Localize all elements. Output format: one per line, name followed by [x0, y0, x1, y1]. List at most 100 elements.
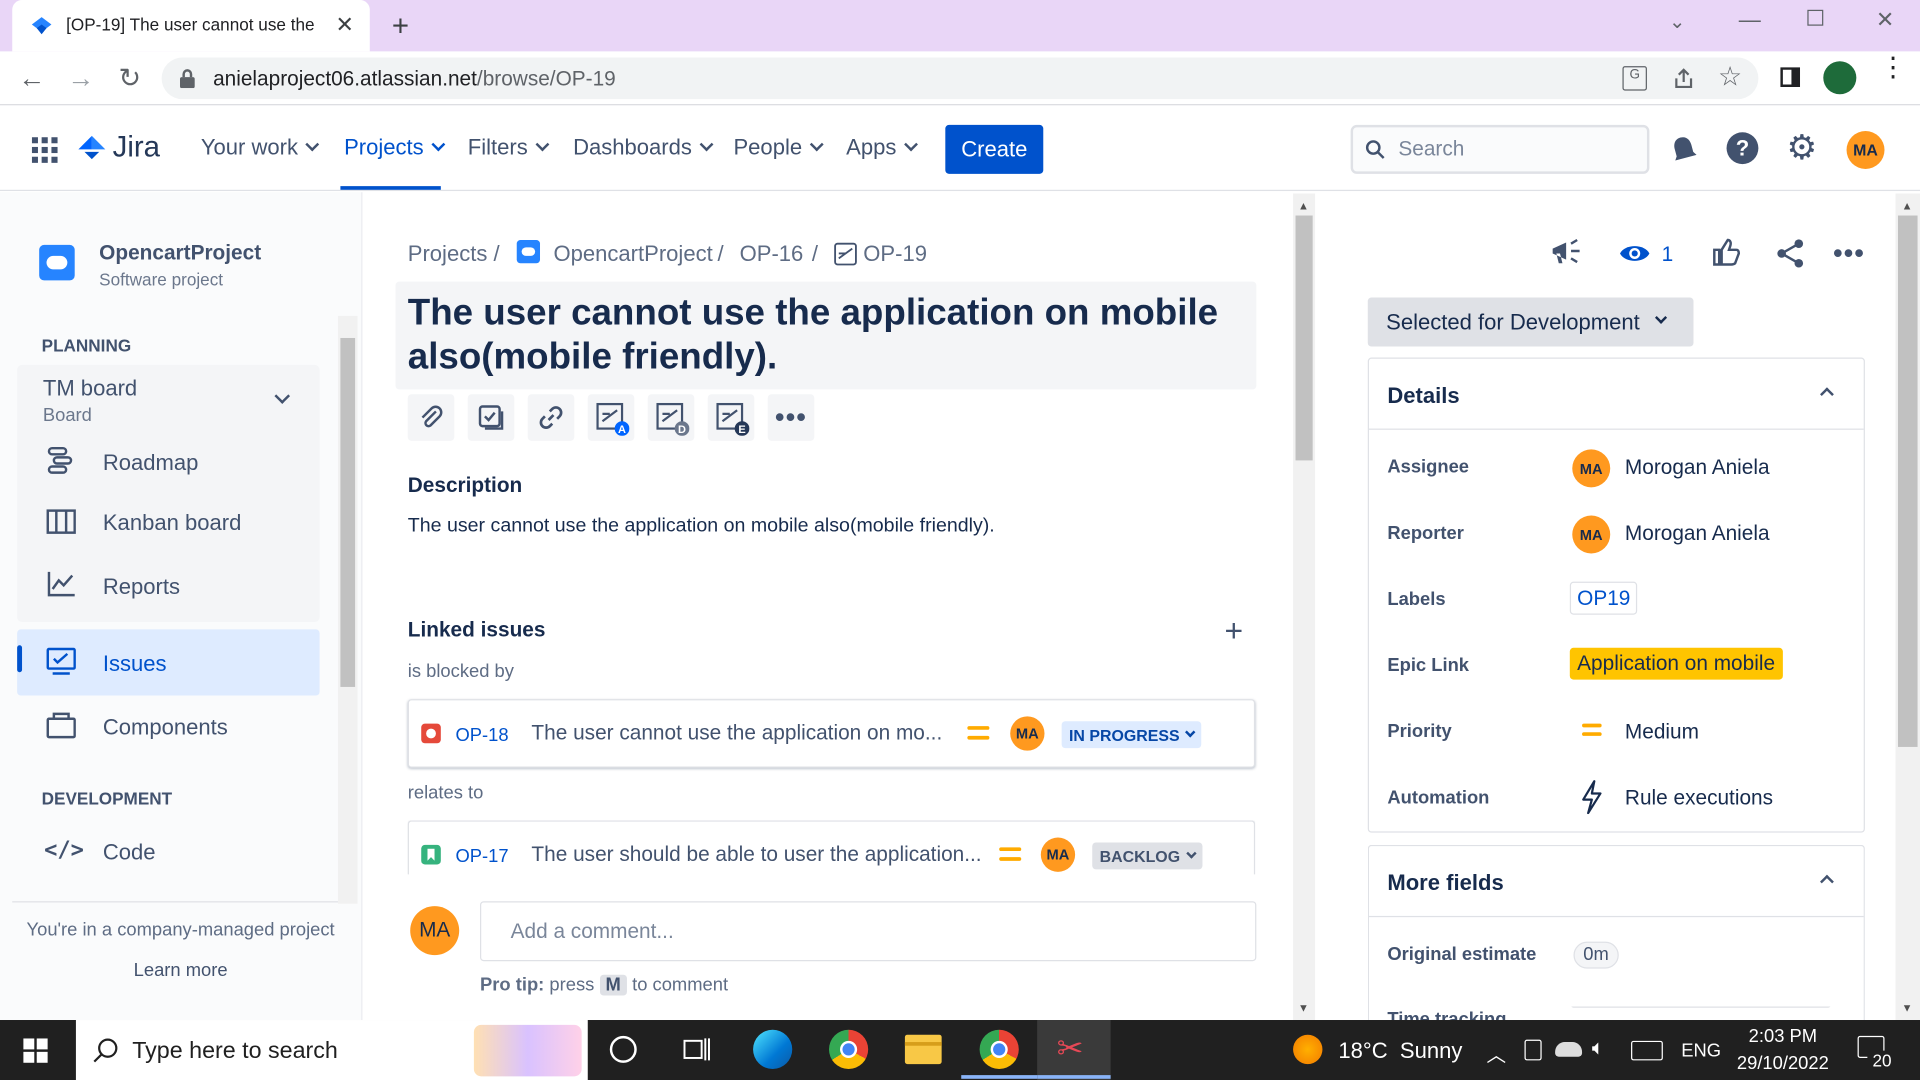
epic-link-tag[interactable]: Application on mobile — [1569, 647, 1783, 680]
help-icon[interactable]: ? — [1726, 132, 1759, 165]
sidebar-item-components[interactable]: Components — [103, 715, 228, 741]
assignee-value[interactable]: Morogan Aniela — [1625, 456, 1770, 480]
search-input[interactable]: Search — [1350, 124, 1650, 174]
scroll-thumb[interactable] — [1295, 215, 1313, 461]
clock-date[interactable]: 29/10/2022 — [1729, 1053, 1837, 1074]
volume-icon[interactable]: 🔈︎ — [1592, 1036, 1604, 1060]
linked-issue-key[interactable]: OP-18 — [456, 725, 509, 746]
more-options-icon[interactable]: ••• — [1833, 238, 1865, 270]
chrome-icon[interactable] — [828, 1029, 869, 1069]
forward-icon[interactable]: → — [66, 62, 95, 93]
description-text[interactable]: The user cannot use the application on m… — [408, 516, 995, 538]
attach-button[interactable] — [407, 394, 455, 441]
reporter-value[interactable]: Morogan Aniela — [1625, 522, 1770, 546]
window-close-icon[interactable]: ✕ — [1876, 7, 1894, 33]
onedrive-cloud-icon[interactable] — [1555, 1042, 1583, 1057]
scroll-down-icon[interactable]: ▼ — [1298, 1002, 1309, 1014]
snipping-tool-taskbar-button[interactable]: ✂ — [1037, 1020, 1111, 1080]
jira-logo-icon[interactable] — [76, 135, 108, 164]
settings-gear-icon[interactable]: ⚙ — [1787, 127, 1818, 167]
scroll-up-icon[interactable]: ▲ — [1298, 200, 1309, 212]
watch-eye-icon[interactable] — [1619, 241, 1651, 265]
add-child-issue-button[interactable] — [467, 394, 515, 441]
language-indicator[interactable]: ENG — [1681, 1041, 1721, 1062]
vote-thumbs-up-icon[interactable] — [1712, 238, 1741, 267]
translate-icon[interactable]: G — [1622, 66, 1647, 91]
comment-input[interactable]: Add a comment... — [480, 901, 1257, 962]
sidebar-item-reports[interactable]: Reports — [103, 574, 180, 600]
app-action-e-button[interactable]: E — [707, 394, 755, 441]
nav-projects[interactable]: Projects — [344, 135, 446, 161]
learn-more-link[interactable]: Learn more — [0, 960, 361, 981]
file-explorer-icon[interactable] — [904, 1034, 942, 1065]
close-tab-icon[interactable]: ✕ — [336, 12, 354, 38]
reload-icon[interactable]: ↻ — [115, 62, 144, 93]
board-name[interactable]: TM board — [43, 376, 137, 402]
scroll-up-icon[interactable]: ▲ — [1902, 200, 1913, 212]
breadcrumb-issue-key[interactable]: OP-19 — [863, 241, 927, 267]
tray-chevron-up-icon[interactable]: ︿ — [1487, 1038, 1507, 1067]
notifications-icon[interactable] — [1670, 135, 1697, 164]
more-fields-heading[interactable]: More fields — [1387, 871, 1503, 897]
windows-start-icon[interactable] — [23, 1038, 48, 1063]
nav-people[interactable]: People — [733, 135, 824, 161]
sidebar-item-issues[interactable]: Issues — [103, 651, 167, 677]
edge-icon[interactable] — [753, 1029, 793, 1069]
nav-dashboards[interactable]: Dashboards — [573, 135, 714, 161]
more-actions-icon[interactable]: ••• — [767, 394, 815, 441]
clock-time[interactable]: 2:03 PM — [1734, 1026, 1832, 1047]
right-scrollbar[interactable]: ▲ ▼ — [1895, 193, 1920, 1021]
sidebar-item-code[interactable]: Code — [103, 840, 156, 866]
priority-value[interactable]: Medium — [1625, 720, 1699, 744]
linked-issue-summary[interactable]: The user cannot use the application on m… — [531, 721, 942, 745]
product-name[interactable]: Jira — [113, 131, 160, 165]
cortana-icon[interactable] — [609, 1035, 637, 1063]
minimize-icon[interactable]: — — [1739, 7, 1761, 33]
add-link-icon[interactable]: + — [1225, 612, 1244, 650]
back-icon[interactable]: ← — [17, 62, 46, 93]
breadcrumb-project[interactable]: OpencartProject — [553, 241, 712, 267]
breadcrumb-projects[interactable]: Projects — [408, 241, 488, 267]
taskbar-search-box[interactable]: Type here to search — [75, 1020, 588, 1080]
restore-icon[interactable] — [1807, 9, 1824, 26]
sidebar-item-kanban-board[interactable]: Kanban board — [103, 511, 242, 537]
scroll-down-icon[interactable]: ▼ — [1902, 1002, 1913, 1014]
side-panel-icon[interactable] — [1780, 67, 1801, 87]
linked-issue-key[interactable]: OP-17 — [456, 846, 509, 867]
status-dropdown[interactable]: Selected for Development — [1367, 297, 1694, 347]
sidebar-item-roadmap[interactable]: Roadmap — [103, 451, 199, 477]
nav-your-work[interactable]: Your work — [201, 135, 320, 161]
app-action-d-button[interactable]: D — [647, 394, 695, 441]
sidebar-scrollbar[interactable] — [337, 315, 358, 904]
task-view-icon[interactable] — [681, 1035, 710, 1064]
profile-avatar[interactable] — [1823, 61, 1857, 95]
linked-issue-summary[interactable]: The user should be able to user the appl… — [531, 842, 981, 866]
share-page-icon[interactable] — [1671, 66, 1695, 90]
original-estimate-value[interactable]: 0m — [1573, 941, 1619, 969]
weather-text[interactable]: 18°C Sunny — [1338, 1038, 1462, 1064]
tray-device-icon[interactable] — [1524, 1039, 1542, 1061]
app-switcher-icon[interactable] — [31, 137, 59, 164]
automation-value[interactable]: Rule executions — [1625, 786, 1773, 810]
share-icon[interactable] — [1776, 239, 1805, 268]
app-action-a-button[interactable]: A — [587, 394, 635, 441]
tab-search-icon[interactable]: ⌄ — [1669, 10, 1685, 34]
bookmark-star-icon[interactable]: ☆ — [1718, 61, 1742, 93]
scroll-thumb[interactable] — [1897, 215, 1918, 747]
details-heading[interactable]: Details — [1387, 383, 1459, 409]
keyboard-icon[interactable] — [1631, 1040, 1663, 1061]
main-scrollbar[interactable]: ▲ ▼ — [1293, 193, 1316, 1021]
project-name[interactable]: OpencartProject — [99, 241, 261, 265]
status-lozenge[interactable]: BACKLOG — [1092, 842, 1203, 870]
link-issue-button[interactable] — [527, 394, 575, 441]
nav-apps[interactable]: Apps — [846, 135, 918, 161]
user-avatar[interactable]: MA — [1846, 131, 1885, 169]
status-lozenge[interactable]: IN PROGRESS — [1061, 721, 1202, 749]
nav-filters[interactable]: Filters — [468, 135, 550, 161]
create-button[interactable]: Create — [945, 124, 1044, 174]
new-tab-icon[interactable]: + — [392, 10, 409, 44]
breadcrumb-epic[interactable]: OP-16 — [740, 241, 804, 267]
label-tag[interactable]: OP19 — [1569, 581, 1638, 615]
browser-tab[interactable]: [OP-19] The user cannot use the ✕ — [12, 0, 370, 52]
chrome-menu-icon[interactable]: ⋮ — [1880, 53, 1907, 80]
